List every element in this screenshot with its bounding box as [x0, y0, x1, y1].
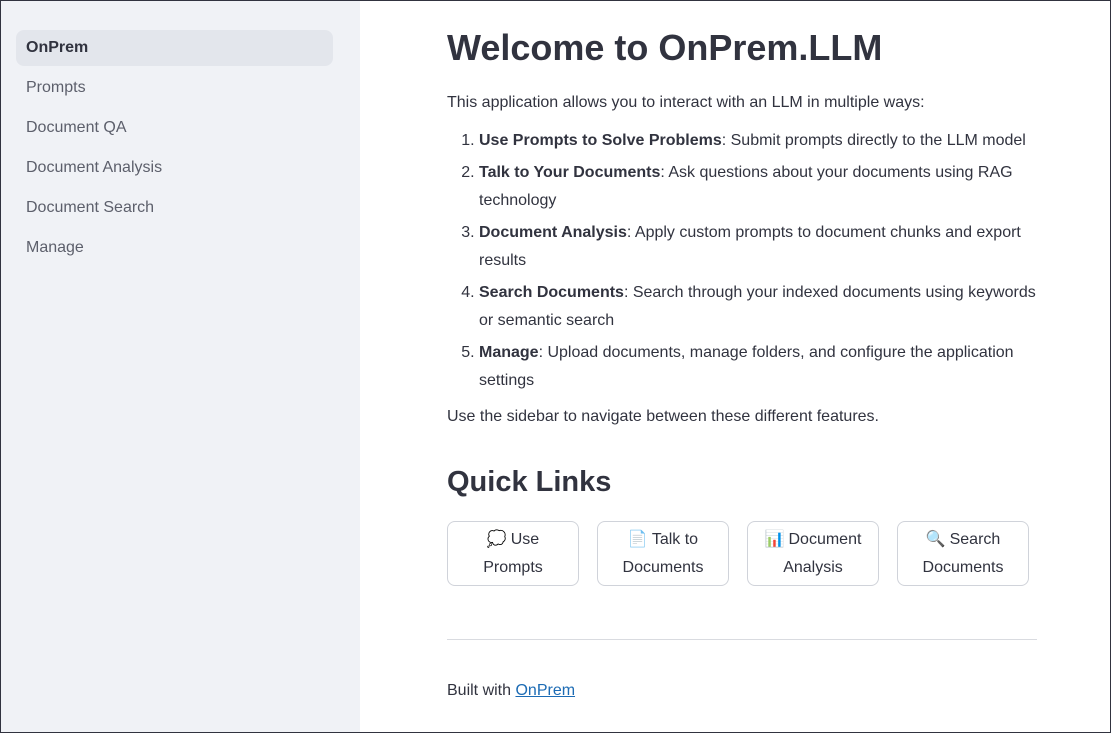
feature-name: Talk to Your Documents — [479, 164, 661, 181]
page-title: Welcome to OnPrem.LLM — [447, 27, 883, 68]
feature-list: Use Prompts to Solve Problems: Submit pr… — [447, 127, 1037, 395]
button-label-line1: Search — [949, 530, 1001, 548]
magnifier-icon: 🔍 — [925, 530, 946, 548]
quick-links: 💭 Use Prompts 📄 Talk to Documents 📊 Documen… — [447, 521, 1037, 586]
onprem-link[interactable]: OnPrem — [515, 682, 575, 699]
footer: Built with OnPrem — [447, 680, 1037, 702]
feature-desc: : Submit prompts directly to the LLM mod… — [721, 132, 1026, 149]
button-label-line1: Document — [788, 530, 862, 548]
button-label-line1: Talk to — [651, 530, 699, 548]
sidebar-item-document-qa[interactable]: Document QA — [16, 110, 333, 146]
feature-name: Use Prompts to Solve Problems — [479, 132, 722, 149]
sidebar-item-document-search[interactable]: Document Search — [16, 190, 333, 226]
list-item: Use Prompts to Solve Problems: Submit pr… — [479, 127, 1037, 155]
list-item: Talk to Your Documents: Ask questions ab… — [479, 159, 1037, 215]
list-item: Manage: Upload documents, manage folders… — [479, 339, 1037, 395]
sidebar-item-document-analysis[interactable]: Document Analysis — [16, 150, 333, 186]
button-label-line2: Documents — [922, 558, 1004, 576]
bar-chart-icon: 📊 — [764, 530, 785, 548]
button-label-line2: Prompts — [483, 558, 543, 576]
feature-name: Document Analysis — [479, 224, 627, 241]
feature-desc: : Upload documents, manage folders, and … — [479, 344, 1014, 389]
intro-text: This application allows you to interact … — [447, 94, 925, 111]
document-analysis-button[interactable]: 📊 Document Analysis — [747, 521, 879, 586]
talk-to-documents-button[interactable]: 📄 Talk to Documents — [597, 521, 729, 586]
feature-name: Manage — [479, 344, 539, 361]
sidebar-item-manage[interactable]: Manage — [16, 230, 333, 266]
use-prompts-button[interactable]: 💭 Use Prompts — [447, 521, 579, 586]
footer-text: Built with — [447, 682, 516, 699]
divider — [447, 639, 1037, 640]
button-label-line2: Documents — [622, 558, 704, 576]
content-column: Welcome to OnPrem.LLM This application a… — [447, 25, 1037, 702]
sidebar: OnPrem Prompts Document QA Document Anal… — [1, 1, 360, 732]
list-item: Search Documents: Search through your in… — [479, 279, 1037, 335]
speech-bubble-icon: 💭 — [486, 530, 507, 548]
button-label-line1: Use — [510, 530, 540, 548]
search-documents-button[interactable]: 🔍 Search Documents — [897, 521, 1029, 586]
feature-name: Search Documents — [479, 284, 624, 301]
outro-text: Use the sidebar to navigate between thes… — [447, 408, 879, 425]
main-content: Welcome to OnPrem.LLM This application a… — [360, 1, 1110, 732]
document-icon: 📄 — [627, 530, 648, 548]
button-label-line2: Analysis — [783, 558, 843, 576]
sidebar-item-onprem[interactable]: OnPrem — [16, 30, 333, 66]
quick-links-heading: Quick Links — [447, 466, 612, 498]
list-item: Document Analysis: Apply custom prompts … — [479, 219, 1037, 275]
app-window: OnPrem Prompts Document QA Document Anal… — [0, 0, 1111, 733]
sidebar-item-prompts[interactable]: Prompts — [16, 70, 333, 106]
